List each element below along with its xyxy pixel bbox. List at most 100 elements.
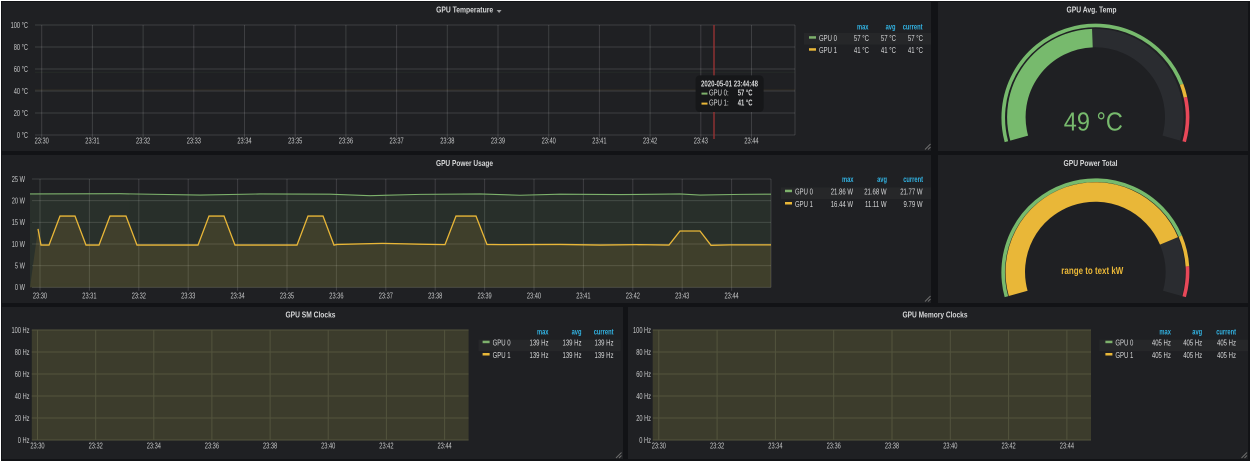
svg-text:57 °C: 57 °C: [881, 34, 896, 43]
svg-text:80 Hz: 80 Hz: [636, 348, 651, 357]
svg-text:avg: avg: [1192, 328, 1202, 337]
svg-text:15 W: 15 W: [12, 218, 26, 227]
svg-text:60 Hz: 60 Hz: [15, 370, 30, 379]
svg-text:23:42: 23:42: [379, 442, 394, 451]
svg-text:GPU 0: GPU 0: [795, 188, 813, 197]
svg-text:23:30: 23:30: [30, 442, 45, 451]
svg-text:40 °C: 40 °C: [14, 87, 28, 96]
svg-text:23:39: 23:39: [478, 292, 493, 301]
svg-text:GPU SM Clocks: GPU SM Clocks: [286, 309, 336, 319]
svg-text:21.77 W: 21.77 W: [900, 188, 923, 197]
svg-text:405 Hz: 405 Hz: [1152, 339, 1171, 348]
svg-text:23:30: 23:30: [652, 442, 667, 451]
svg-text:20 Hz: 20 Hz: [15, 414, 30, 423]
svg-text:0 °C: 0 °C: [17, 131, 28, 140]
svg-text:100 Hz: 100 Hz: [12, 326, 30, 335]
svg-text:GPU 0:: GPU 0:: [709, 89, 729, 98]
svg-text:40 Hz: 40 Hz: [636, 392, 651, 401]
svg-text:23:38: 23:38: [428, 292, 443, 301]
svg-text:GPU 1:: GPU 1:: [709, 99, 729, 108]
svg-text:41 °C: 41 °C: [854, 46, 869, 55]
svg-text:40 Hz: 40 Hz: [15, 392, 30, 401]
svg-text:current: current: [594, 328, 614, 337]
svg-text:23:32: 23:32: [710, 442, 725, 451]
svg-text:23:35: 23:35: [280, 292, 295, 301]
svg-text:23:44: 23:44: [725, 292, 740, 301]
svg-text:GPU 0: GPU 0: [493, 339, 511, 348]
svg-text:GPU 1: GPU 1: [819, 46, 837, 55]
svg-text:GPU 1: GPU 1: [1115, 351, 1133, 360]
svg-text:23:36: 23:36: [329, 292, 344, 301]
svg-text:139 Hz: 139 Hz: [530, 339, 549, 348]
svg-text:0 Hz: 0 Hz: [18, 436, 30, 445]
svg-text:21.86 W: 21.86 W: [831, 188, 854, 197]
svg-text:16.44 W: 16.44 W: [831, 200, 854, 209]
svg-text:405 Hz: 405 Hz: [1183, 351, 1202, 360]
svg-text:405 Hz: 405 Hz: [1183, 339, 1202, 348]
svg-text:100 °C: 100 °C: [11, 21, 29, 30]
svg-text:23:31: 23:31: [82, 292, 97, 301]
svg-text:23:42: 23:42: [1002, 442, 1017, 451]
svg-text:GPU 0: GPU 0: [1115, 339, 1133, 348]
svg-text:23:38: 23:38: [263, 442, 278, 451]
svg-text:23:40: 23:40: [943, 442, 958, 451]
svg-text:max: max: [857, 23, 869, 32]
svg-text:49 °C: 49 °C: [1063, 106, 1122, 136]
svg-text:57 °C: 57 °C: [908, 34, 923, 43]
svg-text:11.11 W: 11.11 W: [865, 200, 887, 209]
svg-text:23:34: 23:34: [768, 442, 783, 451]
svg-text:57 °C: 57 °C: [738, 89, 753, 98]
svg-text:GPU Power Total: GPU Power Total: [1063, 158, 1117, 168]
svg-text:23:32: 23:32: [136, 137, 151, 146]
svg-text:23:34: 23:34: [147, 442, 162, 451]
svg-text:GPU Memory Clocks: GPU Memory Clocks: [903, 309, 968, 319]
svg-text:5 W: 5 W: [15, 262, 25, 271]
svg-text:GPU Temperature: GPU Temperature: [436, 4, 493, 14]
svg-text:GPU 1: GPU 1: [795, 200, 813, 209]
svg-text:23:40: 23:40: [542, 137, 557, 146]
svg-text:80 °C: 80 °C: [14, 43, 28, 52]
svg-text:GPU 1: GPU 1: [493, 351, 511, 360]
svg-text:23:41: 23:41: [576, 292, 591, 301]
svg-text:23:36: 23:36: [339, 137, 354, 146]
svg-text:20 °C: 20 °C: [14, 109, 28, 118]
svg-text:avg: avg: [886, 23, 896, 32]
svg-text:100 Hz: 100 Hz: [633, 326, 651, 335]
svg-text:23:30: 23:30: [33, 292, 48, 301]
svg-text:25 W: 25 W: [12, 175, 26, 184]
svg-text:current: current: [1216, 328, 1236, 337]
svg-text:23:42: 23:42: [626, 292, 641, 301]
svg-text:max: max: [537, 328, 549, 337]
svg-text:20 W: 20 W: [12, 197, 26, 206]
svg-text:avg: avg: [877, 175, 887, 184]
svg-text:60 Hz: 60 Hz: [636, 370, 651, 379]
svg-text:2020-05-01 23:44:48: 2020-05-01 23:44:48: [701, 79, 759, 88]
svg-text:10 W: 10 W: [12, 240, 26, 249]
svg-text:GPU Power Usage: GPU Power Usage: [436, 158, 493, 168]
svg-text:41 °C: 41 °C: [738, 99, 753, 108]
svg-text:139 Hz: 139 Hz: [595, 339, 614, 348]
svg-text:23:32: 23:32: [132, 292, 147, 301]
svg-text:23:33: 23:33: [187, 137, 202, 146]
svg-text:139 Hz: 139 Hz: [563, 351, 582, 360]
svg-text:max: max: [1159, 328, 1171, 337]
svg-text:23:42: 23:42: [643, 137, 658, 146]
svg-text:23:38: 23:38: [440, 137, 455, 146]
svg-text:current: current: [903, 175, 923, 184]
svg-text:60 °C: 60 °C: [14, 65, 28, 74]
svg-text:139 Hz: 139 Hz: [530, 351, 549, 360]
svg-text:max: max: [842, 175, 854, 184]
svg-text:23:40: 23:40: [527, 292, 542, 301]
svg-text:23:43: 23:43: [694, 137, 709, 146]
svg-text:23:43: 23:43: [675, 292, 690, 301]
svg-text:23:34: 23:34: [231, 292, 246, 301]
svg-text:23:34: 23:34: [237, 137, 252, 146]
svg-text:23:44: 23:44: [744, 137, 759, 146]
svg-text:23:30: 23:30: [35, 137, 50, 146]
svg-text:80 Hz: 80 Hz: [15, 348, 30, 357]
svg-text:23:38: 23:38: [885, 442, 900, 451]
svg-text:0 W: 0 W: [15, 283, 25, 292]
svg-text:139 Hz: 139 Hz: [595, 351, 614, 360]
svg-text:23:37: 23:37: [379, 292, 394, 301]
svg-text:range to text kW: range to text kW: [1061, 266, 1123, 277]
